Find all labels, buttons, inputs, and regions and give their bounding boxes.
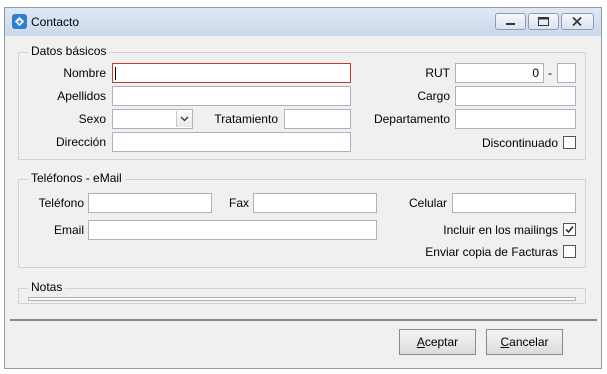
departamento-input[interactable] bbox=[455, 109, 576, 129]
app-icon bbox=[12, 14, 27, 29]
sexo-label: Sexo bbox=[78, 112, 106, 126]
text-cursor bbox=[115, 67, 116, 80]
close-button[interactable] bbox=[561, 13, 594, 30]
datos-basicos-legend: Datos básicos bbox=[28, 44, 110, 58]
telefono-label: Teléfono bbox=[38, 196, 84, 210]
chevron-down-icon bbox=[180, 116, 189, 122]
tratamiento-label: Tratamiento bbox=[214, 112, 278, 126]
facturas-checkbox[interactable] bbox=[563, 245, 576, 258]
footer-separator bbox=[10, 319, 597, 321]
check-icon bbox=[565, 226, 574, 234]
cargo-label: Cargo bbox=[417, 89, 450, 103]
discontinuado-label: Discontinuado bbox=[481, 136, 558, 150]
celular-input[interactable] bbox=[452, 193, 576, 213]
telefonos-legend: Teléfonos - eMail bbox=[28, 171, 125, 185]
window-title: Contacto bbox=[31, 15, 80, 29]
notas-group bbox=[18, 288, 586, 304]
notas-legend: Notas bbox=[28, 280, 66, 294]
mailings-label: Incluir en los mailings bbox=[443, 223, 558, 237]
celular-label: Celular bbox=[408, 196, 447, 210]
sexo-select[interactable] bbox=[112, 109, 193, 129]
rut-dash: - bbox=[548, 66, 552, 80]
departamento-label: Departamento bbox=[373, 112, 450, 126]
telefono-input[interactable] bbox=[88, 193, 212, 213]
aceptar-button[interactable]: Aceptar bbox=[399, 329, 476, 355]
email-input[interactable] bbox=[88, 220, 377, 240]
discontinuado-checkbox[interactable] bbox=[563, 136, 576, 149]
fax-label: Fax bbox=[228, 196, 249, 210]
maximize-icon bbox=[538, 17, 549, 26]
aceptar-accel: A bbox=[416, 335, 425, 349]
mailings-checkbox[interactable] bbox=[563, 223, 576, 236]
maximize-button[interactable] bbox=[528, 13, 559, 30]
dropdown-button[interactable] bbox=[176, 111, 192, 127]
minimize-icon bbox=[506, 23, 515, 25]
facturas-label: Enviar copia de Facturas bbox=[425, 245, 558, 259]
tratamiento-input[interactable] bbox=[284, 109, 351, 129]
email-label: Email bbox=[53, 223, 84, 237]
close-icon bbox=[572, 16, 582, 27]
nombre-label: Nombre bbox=[63, 66, 106, 80]
apellidos-input[interactable] bbox=[112, 86, 351, 106]
rut-label: RUT bbox=[425, 66, 450, 80]
fax-input[interactable] bbox=[253, 193, 377, 213]
rut-input[interactable]: 0 bbox=[455, 63, 544, 83]
aceptar-label: ceptar bbox=[424, 335, 459, 349]
apellidos-label: Apellidos bbox=[57, 89, 106, 103]
direccion-label: Dirección bbox=[55, 135, 106, 149]
cancelar-label: ancelar bbox=[509, 335, 549, 349]
minimize-button[interactable] bbox=[495, 13, 526, 30]
notas-textarea[interactable] bbox=[28, 297, 576, 301]
direccion-input[interactable] bbox=[112, 132, 351, 152]
cancelar-button[interactable]: Cancelar bbox=[486, 329, 563, 355]
nombre-input[interactable] bbox=[112, 63, 351, 83]
rut-dv-input[interactable] bbox=[557, 63, 576, 83]
cargo-input[interactable] bbox=[455, 86, 576, 106]
cancelar-accel: C bbox=[500, 335, 510, 349]
